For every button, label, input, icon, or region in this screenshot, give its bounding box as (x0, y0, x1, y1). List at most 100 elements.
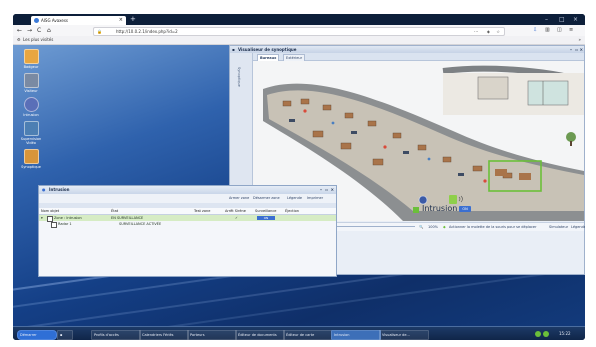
close-window-icon[interactable]: × (573, 15, 578, 24)
bookmarks-overflow[interactable]: » (579, 36, 581, 44)
tray-icon[interactable] (543, 331, 549, 337)
desktop-icon-label: Synoptique (21, 165, 41, 169)
new-tab-button[interactable]: + (130, 15, 136, 24)
taskbar-item-label: Profils d'accès (94, 333, 119, 337)
intrusion-radar-icon (23, 97, 39, 112)
sidebar-icon[interactable]: ◫ (557, 25, 562, 36)
gear-icon: ⚙ (17, 37, 21, 42)
window-restore-icon[interactable]: ▫ (575, 46, 578, 53)
col-name[interactable]: Nom objet (41, 208, 59, 214)
row-name: Radar 1 (58, 222, 72, 226)
tab-exterieur[interactable]: Extérieur (283, 54, 306, 61)
visitor-icon (23, 73, 39, 88)
bookmark-star-icon[interactable]: ☆ (496, 28, 500, 35)
window-minimize-icon[interactable]: – (570, 46, 572, 53)
browser-tab[interactable]: AISG Avaxess × (31, 16, 126, 25)
taskbar-item-label: Intrusion (334, 333, 350, 337)
download-icon[interactable]: ⇩ (533, 25, 537, 36)
col-state[interactable]: État (111, 208, 118, 214)
taskbar-item-active[interactable]: Intrusion (331, 330, 381, 340)
lock-icon: 🔒 (97, 29, 102, 34)
bookmark-most-visited[interactable]: Les plus visités (23, 36, 53, 44)
zoom-in-icon[interactable]: 🔍 (419, 223, 423, 231)
synoptic-title-bar[interactable]: ▪ Visualiseur de synoptique – ▫ × (230, 46, 584, 53)
browser-tab-bar: AISG Avaxess × + – □ × (13, 14, 585, 25)
forward-button[interactable]: → (27, 25, 32, 36)
quick-launch-icon[interactable]: ▪ (57, 330, 73, 340)
tab-label: Extérieur (286, 56, 303, 60)
taskbar: Démarrer ▪ Profils d'accès Calendriers F… (13, 326, 585, 340)
intrusion-title: Intrusion (49, 187, 70, 192)
desktop-icon-intrusion[interactable]: Intrusion (17, 97, 45, 117)
menu-icon[interactable]: ≡ (569, 25, 573, 36)
taskbar-item[interactable]: Éditeur de documents (235, 330, 285, 340)
hint-icon: ◆ (443, 225, 446, 229)
navigation-hint: Actionner la molette de la souris pour s… (449, 225, 537, 229)
taskbar-item[interactable]: Porteurs (187, 330, 237, 340)
reload-button[interactable]: C (37, 25, 41, 36)
desktop-icon-badgeur[interactable]: Badgeur (17, 49, 45, 69)
start-button[interactable]: Démarrer (17, 330, 57, 340)
back-button[interactable]: ← (17, 25, 22, 36)
video-monitor-icon (23, 121, 39, 136)
desktop-icon-synoptique[interactable]: Synoptique (17, 149, 45, 169)
arm-zone-button[interactable]: Armer zone (229, 194, 249, 203)
start-label: Démarrer (20, 333, 37, 337)
col-ejection[interactable]: Éjection (285, 208, 299, 214)
home-button[interactable]: ⌂ (47, 25, 51, 36)
window-icon: ▪ (232, 47, 235, 52)
tab-bureaux[interactable]: Bureaux (257, 54, 280, 61)
window-restore-icon[interactable]: ▫ (325, 186, 328, 194)
url-text: http://10.0.2.1/index.php?id=2 (116, 29, 178, 34)
table-row[interactable]: Radar 1 SURVEILLANCE ACTIVÉE (39, 221, 336, 228)
library-icon[interactable]: ▥ (545, 25, 550, 36)
pocket-icon[interactable]: ◈ (487, 28, 490, 35)
desktop-icon-label: Badgeur (23, 65, 39, 69)
desktop-icon-supervision-video[interactable]: Supervision Vidéo (17, 121, 45, 145)
intrusion-map-label: Intrusion (422, 204, 458, 213)
legend-button[interactable]: Légende (571, 223, 585, 231)
col-surveillance[interactable]: Surveillance (255, 208, 276, 214)
site-icon (34, 18, 39, 23)
intrusion-title-bar[interactable]: ● Intrusion – ▫ × (39, 186, 336, 194)
col-siren-stop[interactable]: Arrêt Sirène (225, 208, 246, 214)
synoptic-icon (23, 149, 39, 164)
intrusion-window: ● Intrusion – ▫ × Armer zone Désarmer zo… (38, 185, 337, 277)
disarm-zone-button[interactable]: Désarmer zone (253, 194, 280, 203)
row-state: SURVEILLANCE ACTIVÉE (119, 222, 162, 226)
print-button[interactable]: Imprimer (307, 194, 323, 203)
bookmarks-bar: ⚙ Les plus visités » (13, 36, 585, 45)
taskbar-item[interactable]: Profils d'accès (91, 330, 141, 340)
close-tab-icon[interactable]: × (119, 16, 123, 25)
window-close-icon[interactable]: × (331, 186, 334, 194)
taskbar-item-label: Éditeur de documents (238, 333, 277, 337)
desktop-icon-label: Intrusion (23, 113, 39, 117)
clock: 15:22 (559, 331, 571, 336)
minimize-icon[interactable]: – (545, 15, 548, 24)
surveillance-toggle[interactable]: ON (257, 216, 275, 220)
taskbar-item[interactable]: Calendriers Fériés (139, 330, 189, 340)
taskbar-item[interactable]: Éditeur de carte (283, 330, 333, 340)
row-checkbox[interactable] (51, 222, 57, 228)
synoptic-tabs: Bureaux Extérieur (253, 53, 584, 61)
taskbar-item[interactable]: Visualiseur de... (379, 330, 429, 340)
url-input[interactable]: 🔒 http://10.0.2.1/index.php?id=2 ··· ◈ ☆ (93, 27, 505, 36)
synoptic-side-label: Synoptique (237, 67, 241, 87)
tray-icon[interactable] (535, 331, 541, 337)
page-actions-icon[interactable]: ··· (474, 28, 478, 35)
taskbar-item-label: Éditeur de carte (286, 333, 315, 337)
simulator-button[interactable]: Simulateur (549, 223, 568, 231)
col-test-zone[interactable]: Test zone (194, 208, 210, 214)
taskbar-item-label: Porteurs (190, 333, 205, 337)
taskbar-item-label: Calendriers Fériés (142, 333, 174, 337)
zoom-level: 100% (428, 225, 439, 229)
window-minimize-icon[interactable]: – (320, 186, 322, 194)
taskbar-item-label: Visualiseur de... (382, 333, 410, 337)
desktop-icon-visiteur[interactable]: Visiteur (17, 73, 45, 93)
tab-title: AISG Avaxess (41, 18, 69, 23)
legend-button[interactable]: Légende (287, 194, 302, 203)
intrusion-on-badge[interactable]: ON (459, 206, 471, 212)
maximize-icon[interactable]: □ (559, 15, 565, 24)
tab-label: Bureaux (260, 56, 277, 60)
window-close-icon[interactable]: × (580, 46, 583, 53)
